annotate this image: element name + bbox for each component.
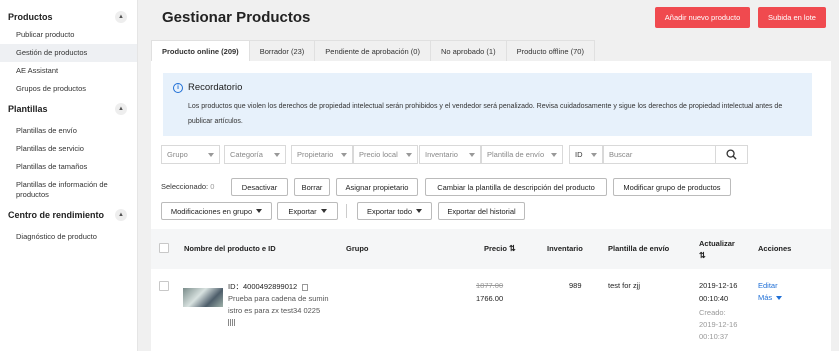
column-inventory: Inventario <box>547 244 583 253</box>
original-price: 1877.00 <box>476 281 504 290</box>
chevron-up-icon[interactable]: ▲ <box>115 11 127 23</box>
assign-owner-button[interactable]: Asignar propietario <box>336 178 418 196</box>
product-tabs: Producto online (209) Borrador (23) Pend… <box>151 40 595 61</box>
export-dropdown[interactable]: Exportar <box>277 202 338 220</box>
bulk-modify-label: Modificaciones en grupo <box>170 206 253 216</box>
product-name-line1[interactable]: Prueba para cadena de sumin <box>228 294 329 303</box>
edit-link[interactable]: Editar <box>758 281 778 290</box>
select-all-checkbox[interactable] <box>159 243 169 253</box>
sidebar-section-rendimiento[interactable]: Centro de rendimiento ▲ <box>0 206 137 224</box>
tab-borrador[interactable]: Borrador (23) <box>248 40 316 61</box>
export-all-dropdown[interactable]: Exportar todo <box>357 202 432 220</box>
local-price-select[interactable]: Precio local <box>353 145 418 164</box>
search-input[interactable]: Buscar <box>603 145 716 164</box>
more-label: Más <box>758 293 773 302</box>
created-date: 2019-12-16 <box>699 320 738 329</box>
search-icon <box>726 149 737 160</box>
tab-no-aprobado[interactable]: No aprobado (1) <box>429 40 507 61</box>
caret-down-icon <box>320 209 327 213</box>
column-name: Nombre del producto e ID <box>184 244 276 253</box>
tab-content: i Recordatorio Los productos que violen … <box>151 61 831 351</box>
column-price[interactable]: Precio ⇅ <box>484 244 516 253</box>
owner-select[interactable]: Propietario <box>291 145 353 164</box>
change-description-template-button[interactable]: Cambiar la plantilla de descripción del … <box>425 178 607 196</box>
product-name-line2[interactable]: istro es para zx test34 0225 <box>228 306 320 315</box>
column-actions: Acciones <box>758 244 792 253</box>
tab-offline[interactable]: Producto offline (70) <box>505 40 595 61</box>
inventory-value: 989 <box>569 281 582 290</box>
group-select[interactable]: Grupo <box>161 145 220 164</box>
deactivate-button[interactable]: Desactivar <box>231 178 288 196</box>
product-id-label: ID： <box>228 282 243 291</box>
inventory-select[interactable]: Inventario <box>419 145 481 164</box>
tab-pendiente[interactable]: Pendiente de aprobación (0) <box>314 40 431 61</box>
sidebar-item-plantillas-info[interactable]: Plantillas de información de productos <box>0 176 137 204</box>
selected-label: Seleccionado: <box>161 182 209 191</box>
sidebar-item-plantillas-tamanos[interactable]: Plantillas de tamaños <box>0 158 137 176</box>
selected-count-label: Seleccionado: 0 <box>161 182 214 191</box>
search-button[interactable] <box>715 145 748 164</box>
sidebar-section-title: Centro de rendimiento <box>8 210 105 220</box>
caret-down-icon <box>256 209 263 213</box>
product-id: ID：4000492899012 <box>228 281 309 292</box>
reminder-notice: i Recordatorio Los productos que violen … <box>163 73 812 136</box>
export-label: Exportar <box>288 206 317 216</box>
sidebar-item-plantillas-envio[interactable]: Plantillas de envío <box>0 122 137 140</box>
shipping-template-value: test for zjj <box>608 281 641 290</box>
column-shipping: Plantilla de envío <box>608 244 670 253</box>
info-icon: i <box>173 83 183 93</box>
sidebar-item-diagnostico[interactable]: Diagnóstico de producto <box>0 228 137 246</box>
product-id-value: 4000492899012 <box>243 282 298 291</box>
sidebar-item-gestion[interactable]: Gestión de productos <box>0 44 137 62</box>
sidebar-item-ae-assistant[interactable]: AE Assistant <box>0 62 137 80</box>
created-label: Creado: <box>699 308 726 317</box>
shipping-template-select[interactable]: Plantilla de envío <box>481 145 563 164</box>
main-area: Gestionar Productos Añadir nuevo product… <box>139 0 839 351</box>
column-price-label: Precio <box>484 244 507 253</box>
sidebar-item-grupos[interactable]: Grupos de productos <box>0 80 137 98</box>
notice-body: Los productos que violen los derechos de… <box>188 103 783 125</box>
tab-online[interactable]: Producto online (209) <box>151 40 250 61</box>
bulk-modify-dropdown[interactable]: Modificaciones en grupo <box>161 202 272 220</box>
sidebar-section-plantillas[interactable]: Plantillas ▲ <box>0 100 137 118</box>
table-header: Nombre del producto e ID Grupo Precio ⇅ … <box>151 229 831 269</box>
sidebar-item-plantillas-servicio[interactable]: Plantillas de servicio <box>0 140 137 158</box>
updated-date: 2019-12-16 <box>699 281 738 290</box>
delete-button[interactable]: Borrar <box>294 178 330 196</box>
category-select[interactable]: Categoría <box>224 145 286 164</box>
sidebar-item-publicar[interactable]: Publicar producto <box>0 26 137 44</box>
sidebar: Productos ▲ Publicar producto Gestión de… <box>0 0 138 351</box>
created-time: 00:10:37 <box>699 332 729 341</box>
export-history-button[interactable]: Exportar del historial <box>438 202 525 220</box>
sidebar-section-productos[interactable]: Productos ▲ <box>0 8 137 26</box>
current-price: 1766.00 <box>476 294 504 303</box>
sort-icon[interactable]: ⇅ <box>699 251 735 260</box>
chevron-up-icon[interactable]: ▲ <box>115 209 127 221</box>
sidebar-section-title: Plantillas <box>8 104 48 114</box>
updated-time: 00:10:40 <box>699 294 729 303</box>
export-all-label: Exportar todo <box>366 206 413 216</box>
column-updated-label: Actualizar <box>699 239 735 248</box>
selected-count: 0 <box>210 182 215 191</box>
copy-icon[interactable] <box>302 283 309 291</box>
product-thumbnail[interactable] <box>183 288 223 307</box>
modify-group-button[interactable]: Modificar grupo de productos <box>613 178 731 196</box>
divider <box>346 204 347 218</box>
more-dropdown[interactable]: Más <box>758 293 783 302</box>
caret-down-icon <box>776 296 783 301</box>
qr-code-icon[interactable] <box>228 319 235 326</box>
notice-title: Recordatorio <box>188 82 243 93</box>
column-updated[interactable]: Actualizar ⇅ <box>699 239 735 260</box>
sidebar-section-title: Productos <box>8 12 53 22</box>
add-product-button[interactable]: Añadir nuevo producto <box>655 7 750 28</box>
column-group: Grupo <box>346 244 369 253</box>
sort-icon[interactable]: ⇅ <box>509 244 516 253</box>
caret-down-icon <box>416 209 423 213</box>
chevron-up-icon[interactable]: ▲ <box>115 103 127 115</box>
search-type-select[interactable]: ID <box>569 145 603 164</box>
row-checkbox[interactable] <box>159 281 169 291</box>
bulk-upload-button[interactable]: Subida en lote <box>758 7 826 28</box>
page-title: Gestionar Productos <box>162 9 311 26</box>
